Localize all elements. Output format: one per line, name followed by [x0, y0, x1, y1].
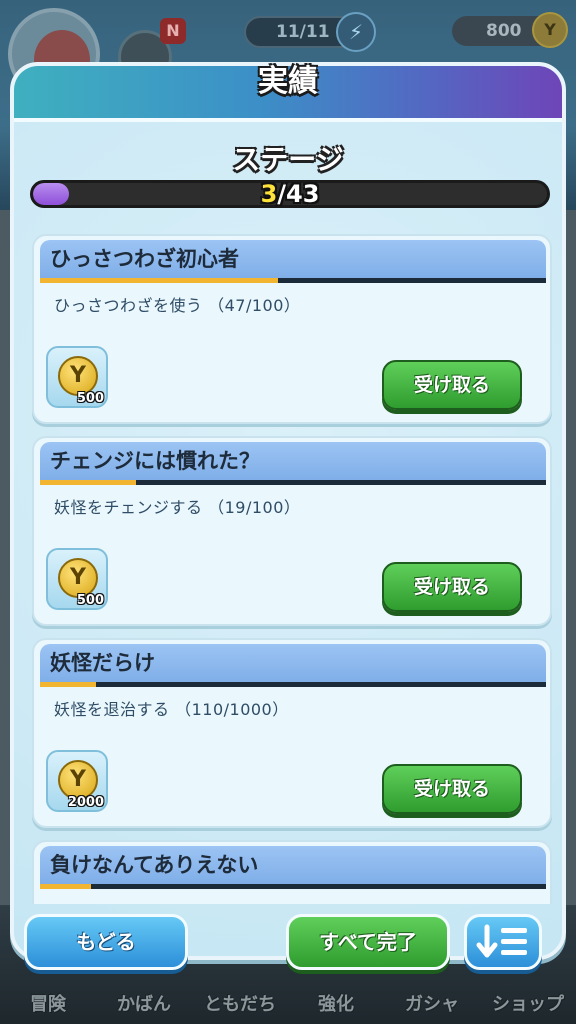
- nav-item-friends: ともだち: [204, 994, 276, 1015]
- coin-icon: Y: [58, 558, 98, 598]
- back-button[interactable]: もどる: [24, 914, 188, 970]
- coin-icon: Y: [58, 760, 98, 800]
- reward-amount: 500: [76, 593, 104, 608]
- lightning-icon: ⚡: [336, 12, 376, 52]
- sort-button[interactable]: [464, 914, 542, 970]
- nav-item-gacha: ガシャ: [405, 994, 459, 1015]
- reward-amount: 2000: [67, 795, 104, 810]
- coin-icon: Y: [532, 12, 568, 48]
- achievement-progress-fill: [40, 682, 96, 687]
- progress-total: /43: [277, 180, 320, 208]
- achievement-description: 妖怪を退治する （110/1000）: [54, 700, 289, 719]
- achievement-progress-bar: [40, 884, 546, 889]
- achievement-header: 妖怪だらけ: [40, 644, 546, 682]
- achievement-header: 負けなんてありえない: [40, 846, 546, 884]
- achievement-progress-fill: [40, 480, 137, 485]
- complete-all-button[interactable]: すべて完了: [286, 914, 450, 970]
- achievement-progress-bar: [40, 682, 546, 687]
- achievement-progress-fill: [40, 278, 278, 283]
- total-progress-count: 3/43: [30, 178, 550, 210]
- reward-amount: 500: [76, 391, 104, 406]
- achievement-card: 負けなんてありえない: [32, 840, 552, 904]
- notification-badge: N: [160, 18, 186, 44]
- progress-current: 3: [260, 180, 278, 208]
- achievement-title: 妖怪だらけ: [50, 651, 155, 675]
- reward-badge: Y 500: [46, 346, 108, 408]
- achievement-header: ひっさつわざ初心者: [40, 240, 546, 278]
- achievement-description: 妖怪をチェンジする （19/100）: [54, 498, 301, 517]
- achievement-card: 妖怪だらけ 妖怪を退治する （110/1000） Y 2000 受け取る: [32, 638, 552, 828]
- dialog-title: 実績: [258, 64, 318, 99]
- reward-badge: Y 2000: [46, 750, 108, 812]
- achievements-dialog: ステージ 3/43 ひっさつわざ初心者 ひっさつわざを使う （47/100） Y…: [10, 62, 566, 960]
- claim-button[interactable]: 受け取る: [382, 764, 522, 814]
- achievement-description: ひっさつわざを使う （47/100）: [54, 296, 301, 315]
- reward-badge: Y 500: [46, 548, 108, 610]
- achievement-title: ひっさつわざ初心者: [50, 247, 239, 271]
- achievement-header: チェンジには慣れた？: [40, 442, 546, 480]
- achievement-progress-fill: [40, 884, 91, 889]
- bottom-nav: 冒険 かばん ともだち 強化 ガシャ ショップ: [0, 985, 576, 1024]
- nav-item-upgrade: 強化: [318, 994, 354, 1015]
- claim-button[interactable]: 受け取る: [382, 360, 522, 410]
- coin-icon: Y: [58, 356, 98, 396]
- sort-icon: [476, 924, 527, 958]
- achievement-progress-bar: [40, 278, 546, 283]
- nav-item-adventure: 冒険: [30, 994, 66, 1015]
- achievement-progress-bar: [40, 480, 546, 485]
- section-title: ステージ: [232, 143, 344, 176]
- nav-item-bag: かばん: [117, 994, 171, 1015]
- achievement-title: チェンジには慣れた？: [50, 449, 260, 473]
- nav-item-shop: ショップ: [492, 994, 564, 1015]
- claim-button[interactable]: 受け取る: [382, 562, 522, 612]
- achievement-card: チェンジには慣れた？ 妖怪をチェンジする （19/100） Y 500 受け取る: [32, 436, 552, 626]
- achievement-card: ひっさつわざ初心者 ひっさつわざを使う （47/100） Y 500 受け取る: [32, 234, 552, 424]
- achievement-list[interactable]: ひっさつわざ初心者 ひっさつわざを使う （47/100） Y 500 受け取る …: [32, 234, 552, 904]
- achievement-title: 負けなんてありえない: [50, 853, 259, 877]
